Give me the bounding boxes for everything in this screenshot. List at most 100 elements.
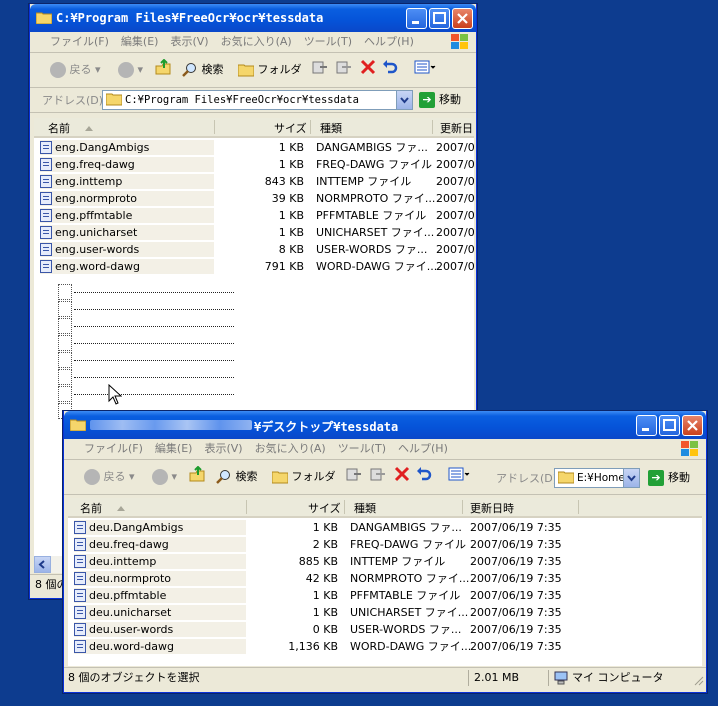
table-row[interactable]: eng.freq-dawg 1 KB FREQ-DAWG ファイル 2007/0 bbox=[34, 156, 474, 173]
menu-edit[interactable]: 編集(E) bbox=[149, 439, 199, 459]
file-name[interactable]: deu.user-words bbox=[74, 622, 246, 637]
undo-button[interactable] bbox=[382, 59, 398, 81]
file-name[interactable]: eng.DangAmbigs bbox=[40, 140, 214, 155]
move-to-icon bbox=[346, 468, 361, 481]
file-name[interactable]: deu.unicharset bbox=[74, 605, 246, 620]
table-row[interactable]: deu.pffmtable 1 KB PFFMTABLE ファイル 2007/06/1… bbox=[68, 587, 702, 604]
move-to-button[interactable] bbox=[312, 59, 328, 81]
menu-help[interactable]: ヘルプ(H) bbox=[358, 32, 420, 52]
column-type[interactable]: 種類 bbox=[354, 500, 376, 516]
close-icon bbox=[687, 420, 698, 431]
address-input[interactable]: C:¥Program Files¥FreeOcr¥ocr¥tessdata bbox=[102, 90, 413, 110]
file-type: FREQ-DAWG ファイル bbox=[350, 538, 466, 551]
back-button[interactable]: 戻る ▾ bbox=[50, 59, 101, 81]
front-file-list[interactable]: 名前 サイズ 種類 更新日時 deu.DangAmbigs 1 KB DANGAMB… bbox=[68, 498, 702, 666]
resize-grip-icon[interactable] bbox=[692, 674, 704, 686]
address-dropdown-button[interactable] bbox=[396, 91, 412, 109]
table-row[interactable]: eng.normproto 39 KB NORMPROTO ファイ... 2007/0 bbox=[34, 190, 474, 207]
table-row[interactable]: deu.normproto 42 KB NORMPROTO ファイ... 2007/0… bbox=[68, 570, 702, 587]
file-name[interactable]: eng.normproto bbox=[40, 191, 214, 206]
file-name[interactable]: deu.DangAmbigs bbox=[74, 520, 246, 535]
delete-button[interactable] bbox=[360, 59, 376, 81]
menu-tools[interactable]: ツール(T) bbox=[298, 32, 358, 52]
file-date: 2007/06/19 7:35 bbox=[470, 623, 562, 636]
menu-file[interactable]: ファイル(F) bbox=[44, 32, 115, 52]
menu-view[interactable]: 表示(V) bbox=[164, 32, 214, 52]
go-button[interactable]: ➔ 移動 bbox=[648, 469, 690, 487]
maximize-button[interactable] bbox=[659, 415, 680, 436]
menu-tools[interactable]: ツール(T) bbox=[332, 439, 392, 459]
go-button[interactable]: ➔ 移動 bbox=[419, 91, 461, 109]
front-window-titlebar[interactable]: ¥デスクトップ¥tessdata bbox=[64, 411, 706, 439]
address-dropdown-button[interactable] bbox=[623, 469, 639, 487]
table-row[interactable]: eng.pffmtable 1 KB PFFMTABLE ファイル 2007/0 bbox=[34, 207, 474, 224]
table-row[interactable]: eng.word-dawg 791 KB WORD-DAWG ファイ... 2007/… bbox=[34, 258, 474, 275]
column-type[interactable]: 種類 bbox=[320, 120, 342, 136]
copy-to-button[interactable] bbox=[336, 59, 352, 81]
forward-button[interactable]: ▾ bbox=[152, 466, 177, 488]
scroll-left-button[interactable] bbox=[34, 556, 51, 573]
table-row[interactable]: deu.user-words 0 KB USER-WORDS ファ... 2007/0… bbox=[68, 621, 702, 638]
menu-help[interactable]: ヘルプ(H) bbox=[392, 439, 454, 459]
file-name[interactable]: eng.inttemp bbox=[40, 174, 214, 189]
file-name[interactable]: eng.unicharset bbox=[40, 225, 214, 240]
file-name[interactable]: eng.user-words bbox=[40, 242, 214, 257]
search-button[interactable]: 検索 bbox=[182, 59, 224, 81]
up-folder-button[interactable] bbox=[155, 58, 171, 81]
file-name[interactable]: deu.normproto bbox=[74, 571, 246, 586]
close-button[interactable] bbox=[452, 8, 473, 29]
back-window-titlebar[interactable]: C:¥Program Files¥FreeOcr¥ocr¥tessdata bbox=[30, 4, 476, 32]
forward-arrow-icon bbox=[152, 469, 168, 485]
maximize-button[interactable] bbox=[429, 8, 450, 29]
windows-logo-icon bbox=[681, 441, 698, 456]
list-header: 名前 サイズ 種類 更新日 bbox=[34, 118, 474, 138]
copy-to-button[interactable] bbox=[370, 466, 386, 488]
file-name[interactable]: deu.freq-dawg bbox=[74, 537, 246, 552]
minimize-button[interactable] bbox=[406, 8, 427, 29]
table-row[interactable]: deu.unicharset 1 KB UNICHARSET ファイ... 2007/… bbox=[68, 604, 702, 621]
table-row[interactable]: eng.inttemp 843 KB INTTEMP ファイル 2007/0 bbox=[34, 173, 474, 190]
menu-file[interactable]: ファイル(F) bbox=[78, 439, 149, 459]
file-type: UNICHARSET ファイ... bbox=[316, 226, 435, 239]
table-row[interactable]: deu.word-dawg 1,136 KB WORD-DAWG ファイ... 200… bbox=[68, 638, 702, 655]
file-name[interactable]: eng.pffmtable bbox=[40, 208, 214, 223]
table-row[interactable]: eng.unicharset 1 KB UNICHARSET ファイ... 2007/… bbox=[34, 224, 474, 241]
mouse-cursor-icon bbox=[108, 384, 122, 405]
front-explorer-window[interactable]: ¥デスクトップ¥tessdata ファイル(F) 編集(E) 表示(V) お気に入り(… bbox=[63, 411, 707, 693]
column-date[interactable]: 更新日 bbox=[440, 120, 473, 136]
file-name[interactable]: deu.inttemp bbox=[74, 554, 246, 569]
minimize-button[interactable] bbox=[636, 415, 657, 436]
table-row[interactable]: eng.user-words 8 KB USER-WORDS ファ... 2007/0 bbox=[34, 241, 474, 258]
menu-edit[interactable]: 編集(E) bbox=[115, 32, 165, 52]
folders-button[interactable]: フォルダ bbox=[237, 59, 302, 81]
table-row[interactable]: eng.DangAmbigs 1 KB DANGAMBIGS ファ... 2007/0 bbox=[34, 139, 474, 156]
menu-view[interactable]: 表示(V) bbox=[198, 439, 248, 459]
search-button[interactable]: 検索 bbox=[216, 466, 258, 488]
column-name[interactable]: 名前 bbox=[48, 120, 70, 136]
delete-button[interactable] bbox=[394, 466, 410, 488]
file-name[interactable]: eng.freq-dawg bbox=[40, 157, 214, 172]
back-button[interactable]: 戻る ▾ bbox=[84, 466, 135, 488]
file-name[interactable]: eng.word-dawg bbox=[40, 259, 214, 274]
column-date[interactable]: 更新日時 bbox=[470, 500, 514, 516]
close-button[interactable] bbox=[682, 415, 703, 436]
column-name[interactable]: 名前 bbox=[80, 500, 102, 516]
column-size[interactable]: サイズ bbox=[308, 500, 341, 516]
file-name[interactable]: deu.word-dawg bbox=[74, 639, 246, 654]
column-size[interactable]: サイズ bbox=[274, 120, 307, 136]
up-folder-button[interactable] bbox=[189, 465, 205, 488]
address-input[interactable]: E:¥Home¥ bbox=[554, 468, 640, 488]
table-row[interactable]: deu.DangAmbigs 1 KB DANGAMBIGS ファ... 2007/0… bbox=[68, 519, 702, 536]
menu-favorites[interactable]: お気に入り(A) bbox=[215, 32, 298, 52]
views-button[interactable] bbox=[448, 466, 470, 488]
forward-button[interactable]: ▾ bbox=[118, 59, 143, 81]
table-row[interactable]: deu.inttemp 885 KB INTTEMP ファイル 2007/06/19 … bbox=[68, 553, 702, 570]
file-name[interactable]: deu.pffmtable bbox=[74, 588, 246, 603]
undo-button[interactable] bbox=[416, 466, 432, 488]
views-button[interactable] bbox=[414, 59, 436, 81]
table-row[interactable]: deu.freq-dawg 2 KB FREQ-DAWG ファイル 2007/06/1… bbox=[68, 536, 702, 553]
file-size: 1 KB bbox=[312, 589, 338, 602]
folders-button[interactable]: フォルダ bbox=[271, 466, 336, 488]
menu-favorites[interactable]: お気に入り(A) bbox=[249, 439, 332, 459]
move-to-button[interactable] bbox=[346, 466, 362, 488]
